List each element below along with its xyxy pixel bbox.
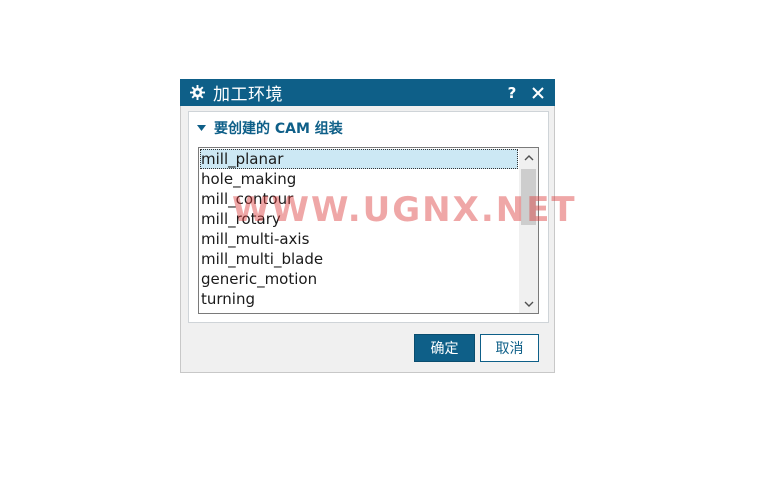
close-button[interactable] [529, 84, 547, 102]
list-item[interactable]: mill_rotary [200, 209, 518, 229]
list-item[interactable]: mill_contour [200, 189, 518, 209]
machining-environment-dialog: 加工环境 ? 要创建的 CAM 组装 mill_planar hole_makin… [180, 79, 555, 373]
group-header-toggle[interactable]: 要创建的 CAM 组装 [197, 118, 343, 138]
close-icon [532, 86, 544, 99]
dialog-titlebar[interactable]: 加工环境 ? [180, 79, 555, 106]
list-items: mill_planar hole_making mill_contour mill_r… [200, 149, 518, 309]
cam-setup-group: 要创建的 CAM 组装 mill_planar hole_making mill_c… [188, 111, 549, 323]
gear-icon [189, 85, 205, 101]
vertical-scrollbar[interactable] [519, 148, 538, 313]
scrollbar-thumb[interactable] [521, 169, 536, 225]
cam-setup-listbox[interactable]: mill_planar hole_making mill_contour mill_r… [198, 147, 539, 314]
list-item[interactable]: turning [200, 289, 518, 309]
chevron-down-icon [524, 301, 533, 307]
title-buttons: ? [495, 84, 547, 102]
list-item[interactable]: hole_making [200, 169, 518, 189]
chevron-up-icon [524, 154, 533, 160]
help-button[interactable]: ? [503, 84, 521, 102]
scroll-up-button[interactable] [519, 148, 538, 167]
cancel-button[interactable]: 取消 [480, 334, 539, 362]
list-item[interactable]: generic_motion [200, 269, 518, 289]
list-item[interactable]: mill_multi_blade [200, 249, 518, 269]
scroll-down-button[interactable] [519, 294, 538, 313]
list-item[interactable]: mill_planar [200, 149, 518, 169]
caret-down-icon [197, 123, 207, 133]
group-header-label: 要创建的 CAM 组装 [214, 121, 343, 137]
ok-button[interactable]: 确定 [414, 334, 475, 362]
dialog-title: 加工环境 [213, 85, 283, 105]
list-item[interactable]: mill_multi-axis [200, 229, 518, 249]
